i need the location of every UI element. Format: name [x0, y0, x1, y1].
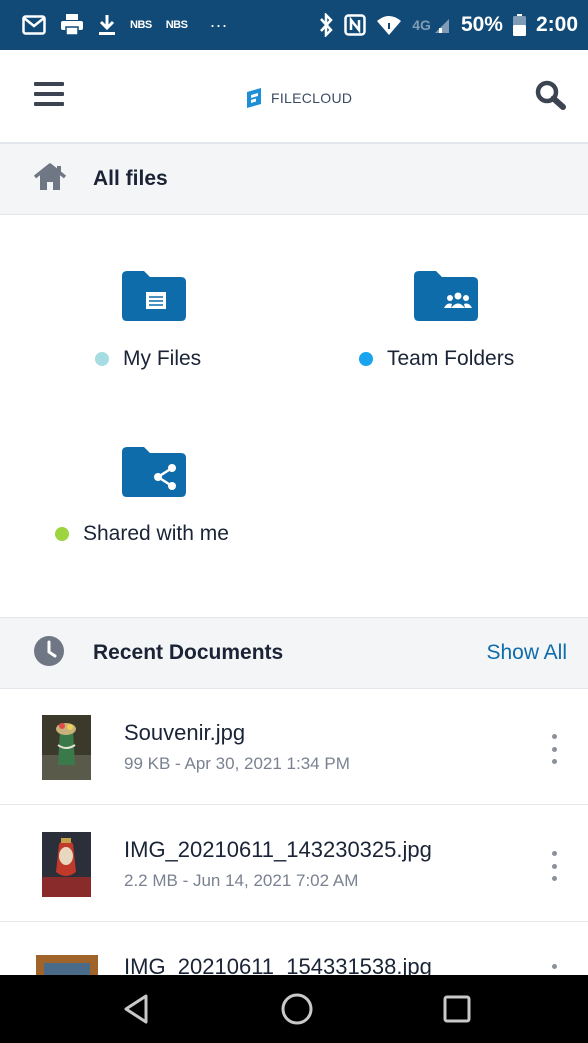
download-icon [98, 14, 116, 36]
show-all-link[interactable]: Show All [486, 641, 567, 665]
hamburger-menu-button[interactable] [34, 82, 64, 108]
back-button[interactable] [96, 975, 176, 1043]
file-meta: 2.2 MB - Jun 14, 2021 7:02 AM [124, 871, 359, 890]
status-dot [95, 352, 109, 366]
recent-document-row[interactable]: IMG_20210611_143230325.jpg 2.2 MB - Jun … [0, 805, 588, 922]
more-options-icon[interactable] [546, 734, 562, 764]
home-circle-icon [281, 993, 313, 1025]
folder-team-icon [414, 271, 478, 321]
menu-bar-line [34, 102, 64, 106]
recent-document-row[interactable]: Souvenir.jpg 99 KB - Apr 30, 2021 1:34 P… [0, 688, 588, 805]
nbs-icon: NBS [165, 19, 188, 31]
status-dot [55, 527, 69, 541]
my-files-folder[interactable] [122, 271, 186, 326]
search-icon [535, 80, 566, 110]
filecloud-logo: FILECLOUD [245, 86, 352, 110]
folder-name: Team Folders [387, 347, 515, 370]
menu-bar-line [34, 92, 64, 96]
lte-signal-icon: 4G [412, 16, 451, 34]
file-thumbnail [42, 832, 91, 897]
shared-with-me-folder[interactable] [122, 447, 186, 502]
home-button[interactable] [257, 975, 337, 1043]
home-icon [33, 162, 67, 196]
filecloud-logo-icon [247, 88, 261, 108]
gmail-icon [22, 15, 46, 35]
wifi-icon [376, 14, 402, 36]
file-meta: 99 KB - Apr 30, 2021 1:34 PM [124, 754, 350, 773]
file-name: IMG_20210611_143230325.jpg [124, 837, 432, 862]
clock: 2:00 [535, 13, 578, 36]
back-triangle-icon [124, 994, 148, 1024]
folder-name: Shared with me [83, 522, 229, 545]
search-button[interactable] [534, 80, 566, 115]
folder-share-icon [122, 447, 186, 497]
folder-documents-icon [122, 271, 186, 321]
more-options-icon[interactable] [546, 851, 562, 881]
recent-documents-header: Recent Documents Show All [0, 617, 588, 689]
bluetooth-icon [318, 13, 334, 37]
nbs-icon: NBS [130, 19, 152, 31]
page-title: All files [93, 167, 168, 190]
status-bar: NBS NBS ··· 4G 50% 2:00 [0, 0, 588, 50]
battery-percent: 50% [460, 13, 503, 36]
shared-with-me-label-row[interactable]: Shared with me [55, 522, 229, 546]
battery-icon [512, 14, 526, 36]
recents-square-icon [443, 995, 471, 1023]
file-name: Souvenir.jpg [124, 720, 246, 745]
all-files-header[interactable]: All files [0, 143, 588, 215]
system-navigation-bar [0, 975, 588, 1043]
brand-name: FILECLOUD [271, 90, 353, 106]
status-dot [359, 352, 373, 366]
nfc-icon [344, 14, 366, 36]
print-icon [60, 14, 84, 36]
app-bar: FILECLOUD [0, 50, 588, 143]
menu-bar-line [34, 82, 64, 86]
clock-icon [33, 635, 65, 672]
folder-name: My Files [123, 347, 202, 370]
my-files-label-row[interactable]: My Files [95, 347, 201, 371]
recents-button[interactable] [417, 975, 497, 1043]
file-thumbnail [42, 715, 91, 780]
team-folders-folder[interactable] [414, 271, 478, 326]
more-dots-icon: ··· [209, 14, 228, 35]
team-folders-label-row[interactable]: Team Folders [359, 347, 514, 371]
section-title: Recent Documents [93, 641, 284, 664]
network-type-label: 4G [412, 17, 431, 33]
